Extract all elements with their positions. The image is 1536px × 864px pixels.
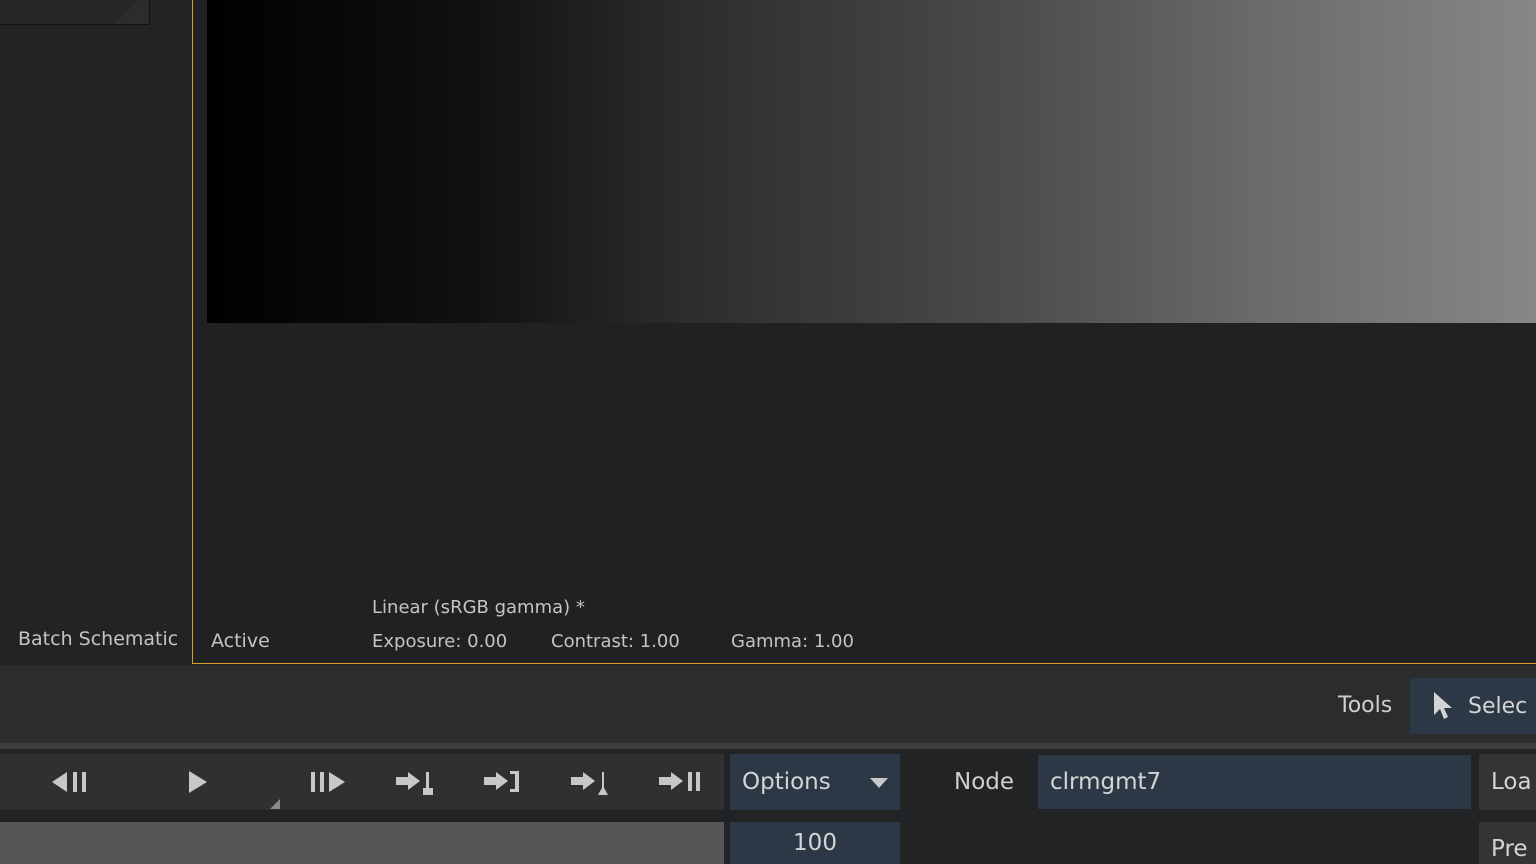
play-icon[interactable] xyxy=(173,766,223,798)
go-mark-icon[interactable] xyxy=(566,766,616,798)
preview-button[interactable]: Pre xyxy=(1479,822,1536,864)
viewer-image xyxy=(207,0,1536,323)
go-out-point-icon[interactable] xyxy=(479,766,529,798)
viewer-gamma: Gamma: 1.00 xyxy=(731,631,854,652)
frame-number-field[interactable]: 100 xyxy=(730,822,900,864)
panel-separator[interactable] xyxy=(0,743,1536,749)
go-end-icon[interactable] xyxy=(655,766,705,798)
play-options-corner-icon[interactable] xyxy=(270,794,280,813)
select-tool-label: Selec xyxy=(1468,693,1528,719)
node-label: Node xyxy=(954,769,1015,795)
tools-label: Tools xyxy=(1338,693,1393,718)
viewer-contrast: Contrast: 1.00 xyxy=(551,631,680,652)
schematic-node-thumbnail[interactable] xyxy=(0,0,150,25)
timeline-scrub-bar[interactable] xyxy=(0,822,724,864)
batch-schematic-label: Batch Schematic xyxy=(18,628,179,650)
chevron-down-icon xyxy=(870,778,888,788)
app-root: Batch Schematic Active Linear (sRGB gamm… xyxy=(0,0,1536,864)
options-label: Options xyxy=(742,769,831,795)
go-in-point-icon[interactable] xyxy=(391,766,441,798)
tools-strip: Tools Selec xyxy=(0,665,1536,743)
viewer-colorspace: Linear (sRGB gamma) * xyxy=(372,597,585,618)
step-forward-icon[interactable] xyxy=(302,766,352,798)
viewer-panel[interactable]: Active Linear (sRGB gamma) * Exposure: 0… xyxy=(192,0,1536,664)
viewer-status: Active xyxy=(211,630,270,652)
pointer-icon xyxy=(1434,692,1452,719)
select-tool-button[interactable]: Selec xyxy=(1410,678,1536,734)
options-dropdown[interactable]: Options xyxy=(730,754,900,810)
viewer-exposure: Exposure: 0.00 xyxy=(372,631,508,652)
batch-schematic-panel[interactable]: Batch Schematic xyxy=(0,0,192,664)
transport-controls xyxy=(0,754,724,810)
node-name-field[interactable] xyxy=(1038,755,1471,809)
step-back-icon[interactable] xyxy=(46,766,96,798)
load-button[interactable]: Loa xyxy=(1479,754,1536,810)
